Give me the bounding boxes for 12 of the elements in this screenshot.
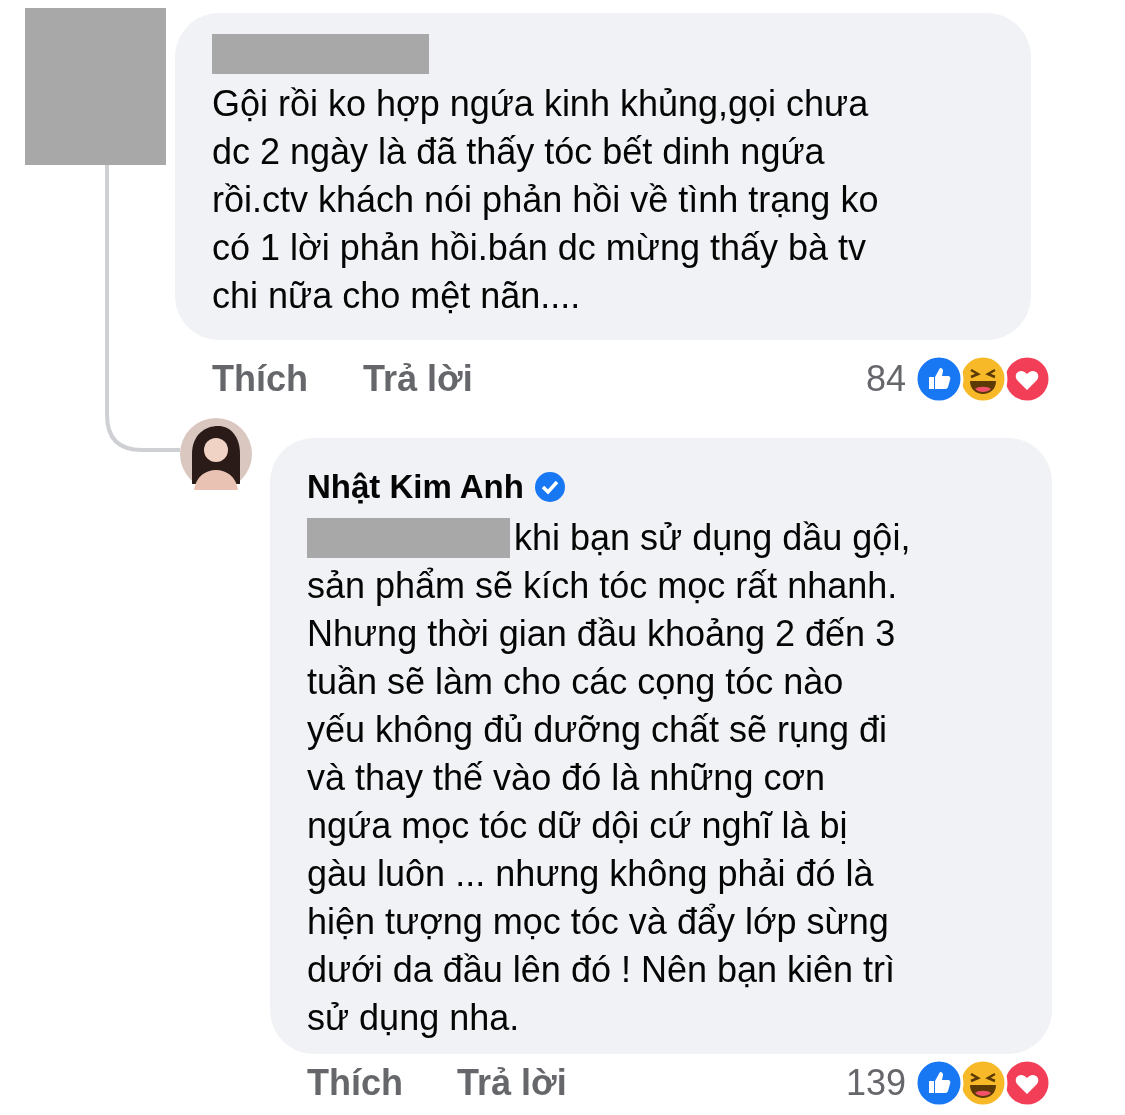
like-link[interactable]: Thích: [307, 1062, 403, 1103]
like-icon: [914, 354, 964, 404]
reaction-count: 139: [845, 1062, 906, 1103]
reaction-count: 84: [865, 357, 906, 401]
author-name[interactable]: Nhật Kim Anh: [307, 462, 524, 512]
comment-text: Gội rồi ko hợp ngứa kinh khủng,gọi chưa dc 2 ngày là đã thấy tóc bết dinh ngứa rồi.ctv khách nói phản hồi về tình trạng ko có 1 lời phản hồi.bán dc mừng thấy bà tv chi nữa cho mệt nãn....: [212, 82, 880, 318]
reply-text: sản phẩm sẽ kích tóc mọc rất nhanh. Nhưng thời gian đầu khoảng 2 đến 3 tuần sẽ làm cho các cọng tóc nào yếu không đủ dưỡng chất sẽ rụng đi và thay thế vào đó là những cơn ngứa mọc tóc dữ dội cứ nghĩ là bị gàu luôn ... nhưng không phải đó là hiện tượng mọc tóc và đẩy lớp sừng dưới da đầu lên đó ! Nên bạn kiên trì sử dụng nha.: [307, 563, 899, 1040]
reply-link[interactable]: Trả lời: [363, 352, 473, 406]
avatar: [180, 418, 252, 490]
reply-link[interactable]: Trả lời: [457, 1062, 567, 1103]
like-link[interactable]: Thích: [212, 352, 308, 406]
reply-text-start: khi bạn sử dụng dầu gội,: [514, 515, 911, 560]
